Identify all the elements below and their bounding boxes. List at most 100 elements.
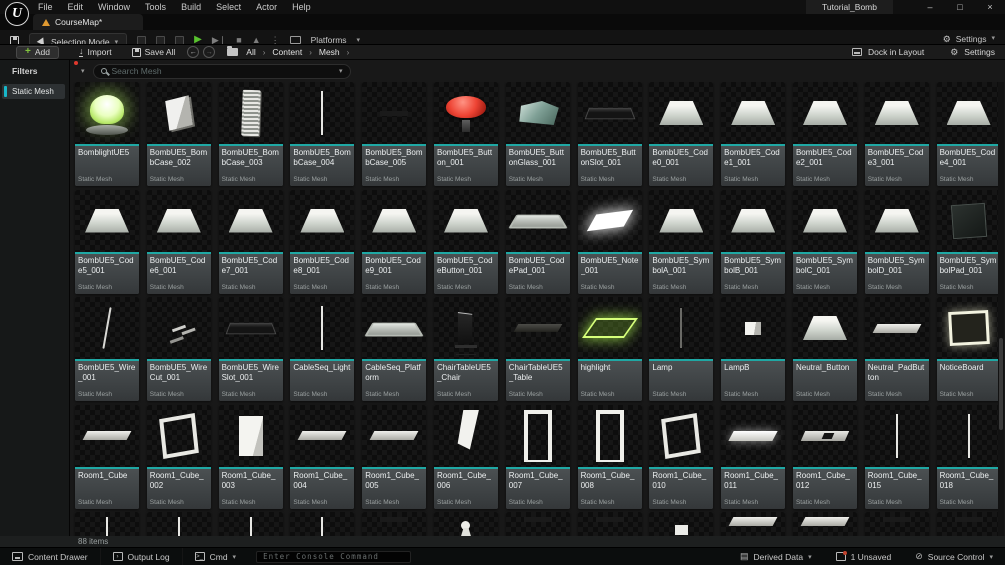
forward-icon[interactable]: → — [203, 46, 215, 58]
asset-tile-Lamp[interactable]: Lamp Static Mesh — [649, 297, 713, 401]
asset-tile-Room1_Cube_005[interactable]: Room1_Cube_005 Static Mesh — [362, 405, 426, 509]
breadcrumb-all[interactable]: All — [246, 47, 255, 57]
asset-tile-BombUE5_Code3_001[interactable]: BombUE5_Code3_001 Static Mesh — [865, 82, 929, 186]
asset-tile[interactable] — [506, 512, 570, 536]
asset-tile-Room1_Cube_007[interactable]: Room1_Cube_007 Static Mesh — [506, 405, 570, 509]
asset-tile-BombUE5_SymbolB_001[interactable]: BombUE5_SymbolB_001 Static Mesh — [721, 190, 785, 294]
menu-window[interactable]: Window — [98, 2, 130, 12]
asset-tile-BombUE5_SymbolPad_001[interactable]: BombUE5_SymbolPad_001 Static Mesh — [937, 190, 1001, 294]
asset-tile-BomblightUE5[interactable]: BomblightUE5 Static Mesh — [75, 82, 139, 186]
close-icon[interactable]: × — [975, 2, 1005, 12]
asset-tile[interactable] — [147, 512, 211, 536]
asset-tile-BombUE5_Wire_001[interactable]: BombUE5_Wire_001 Static Mesh — [75, 297, 139, 401]
asset-tile[interactable] — [362, 512, 426, 536]
toolbar-settings-dropdown[interactable]: Settings — [956, 34, 987, 44]
asset-tile-BombUE5_BombCase_003[interactable]: BombUE5_BombCase_003 Static Mesh — [219, 82, 283, 186]
console-command-input[interactable] — [256, 551, 411, 563]
asset-tile-BombUE5_Code1_001[interactable]: BombUE5_Code1_001 Static Mesh — [721, 82, 785, 186]
derived-data-button[interactable]: ▤ Derived Data ▾ — [728, 548, 824, 565]
asset-tile-Room1_Cube_004[interactable]: Room1_Cube_004 Static Mesh — [290, 405, 354, 509]
back-icon[interactable]: ← — [187, 46, 199, 58]
output-log-button[interactable]: › Output Log — [101, 548, 183, 565]
asset-tile-Room1_Cube_003[interactable]: Room1_Cube_003 Static Mesh — [219, 405, 283, 509]
asset-tile-BombUE5_Code0_001[interactable]: BombUE5_Code0_001 Static Mesh — [649, 82, 713, 186]
asset-tile-BombUE5_Code8_001[interactable]: BombUE5_Code8_001 Static Mesh — [290, 190, 354, 294]
asset-tile-BombUE5_Code6_001[interactable]: BombUE5_Code6_001 Static Mesh — [147, 190, 211, 294]
asset-tile[interactable] — [578, 512, 642, 536]
asset-tile[interactable] — [434, 512, 498, 536]
asset-tile-ChairTableUE5_Table[interactable]: ChairTableUE5_Table Static Mesh — [506, 297, 570, 401]
unreal-logo-icon[interactable]: U — [5, 2, 29, 26]
asset-tile-Room1_Cube_012[interactable]: Room1_Cube_012 Static Mesh — [793, 405, 857, 509]
asset-tile-Room1_Cube_018[interactable]: Room1_Cube_018 Static Mesh — [937, 405, 1001, 509]
asset-tile-BombUE5_CodeButton_001[interactable]: BombUE5_CodeButton_001 Static Mesh — [434, 190, 498, 294]
chevron-down-icon[interactable]: ▾ — [339, 67, 343, 75]
asset-tile-BombUE5_BombCase_002[interactable]: BombUE5_BombCase_002 Static Mesh — [147, 82, 211, 186]
search-box[interactable]: ▾ — [93, 64, 351, 79]
asset-tile-BombUE5_WireCut_001[interactable]: BombUE5_WireCut_001 Static Mesh — [147, 297, 211, 401]
asset-tile-BombUE5_Code9_001[interactable]: BombUE5_Code9_001 Static Mesh — [362, 190, 426, 294]
unsaved-button[interactable]: 1 Unsaved — [824, 548, 904, 565]
asset-tile-BombUE5_SymbolD_001[interactable]: BombUE5_SymbolD_001 Static Mesh — [865, 190, 929, 294]
content-drawer-button[interactable]: Content Drawer — [0, 548, 101, 565]
asset-tile-CableSeq_Platform[interactable]: CableSeq_Platform Static Mesh — [362, 297, 426, 401]
asset-tile-BombUE5_Code7_001[interactable]: BombUE5_Code7_001 Static Mesh — [219, 190, 283, 294]
menu-tools[interactable]: Tools — [145, 2, 166, 12]
asset-tile-Room1_Cube_008[interactable]: Room1_Cube_008 Static Mesh — [578, 405, 642, 509]
menu-edit[interactable]: Edit — [68, 2, 84, 12]
asset-tile-Neutral_PadButton[interactable]: Neutral_PadButton Static Mesh — [865, 297, 929, 401]
asset-tile[interactable] — [649, 512, 713, 536]
asset-tile[interactable] — [290, 512, 354, 536]
asset-tile-highlight[interactable]: highlight Static Mesh — [578, 297, 642, 401]
grid-scrollbar-thumb[interactable] — [999, 338, 1003, 430]
dock-in-layout-button[interactable]: Dock in Layout — [868, 47, 924, 57]
asset-tile-CableSeq_Light[interactable]: CableSeq_Light Static Mesh — [290, 297, 354, 401]
breadcrumb-mesh[interactable]: Mesh — [319, 47, 340, 57]
menu-select[interactable]: Select — [216, 2, 241, 12]
breadcrumb-content[interactable]: Content — [272, 47, 302, 57]
save-all-button[interactable]: Save All — [132, 47, 176, 57]
import-button[interactable]: ↓ Import — [79, 47, 112, 57]
add-button[interactable]: + Add — [16, 46, 59, 59]
asset-tile-Room1_Cube_010[interactable]: Room1_Cube_010 Static Mesh — [649, 405, 713, 509]
minimize-icon[interactable]: – — [915, 2, 945, 12]
cmd-dropdown[interactable]: >_ Cmd ▾ — [183, 548, 248, 565]
asset-tile-BombUE5_Button_001[interactable]: BombUE5_Button_001 Static Mesh — [434, 82, 498, 186]
asset-tile-NoticeBoard[interactable]: NoticeBoard Static Mesh — [937, 297, 1001, 401]
cb-settings-button[interactable]: Settings — [964, 47, 995, 57]
asset-tile-BombUE5_Note_001[interactable]: BombUE5_Note_001 Static Mesh — [578, 190, 642, 294]
search-input[interactable] — [112, 66, 339, 76]
asset-tile-Room1_Cube_006[interactable]: Room1_Cube_006 Static Mesh — [434, 405, 498, 509]
asset-tile[interactable] — [219, 512, 283, 536]
asset-tile-Room1_Cube_015[interactable]: Room1_Cube_015 Static Mesh — [865, 405, 929, 509]
asset-tile-BombUE5_BombCase_005[interactable]: BombUE5_BombCase_005 Static Mesh — [362, 82, 426, 186]
asset-tile-Room1_Cube_002[interactable]: Room1_Cube_002 Static Mesh — [147, 405, 211, 509]
chevron-down-icon[interactable]: ▾ — [81, 67, 85, 75]
maximize-icon[interactable]: □ — [945, 2, 975, 12]
asset-tile-Room1_Cube[interactable]: Room1_Cube Static Mesh — [75, 405, 139, 509]
menu-actor[interactable]: Actor — [256, 2, 277, 12]
menu-file[interactable]: File — [38, 2, 53, 12]
asset-tile-BombUE5_Code4_001[interactable]: BombUE5_Code4_001 Static Mesh — [937, 82, 1001, 186]
asset-tile-BombUE5_Code2_001[interactable]: BombUE5_Code2_001 Static Mesh — [793, 82, 857, 186]
tab-coursemap[interactable]: CourseMap* — [33, 14, 143, 30]
asset-tile-BombUE5_WireSlot_001[interactable]: BombUE5_WireSlot_001 Static Mesh — [219, 297, 283, 401]
asset-tile-BombUE5_ButtonGlass_001[interactable]: BombUE5_ButtonGlass_001 Static Mesh — [506, 82, 570, 186]
asset-tile-BombUE5_ButtonSlot_001[interactable]: BombUE5_ButtonSlot_001 Static Mesh — [578, 82, 642, 186]
asset-tile[interactable] — [793, 512, 857, 536]
grid-scrollbar[interactable] — [998, 82, 1004, 536]
asset-tile[interactable] — [75, 512, 139, 536]
menu-build[interactable]: Build — [181, 2, 201, 12]
source-control-button[interactable]: ⊘ Source Control ▾ — [903, 548, 1005, 565]
asset-tile-Neutral_Button[interactable]: Neutral_Button Static Mesh — [793, 297, 857, 401]
filter-chip-static-mesh[interactable]: Static Mesh — [2, 84, 65, 99]
asset-tile-Room1_Cube_011[interactable]: Room1_Cube_011 Static Mesh — [721, 405, 785, 509]
asset-tile-LampB[interactable]: LampB Static Mesh — [721, 297, 785, 401]
asset-tile-BombUE5_CodePad_001[interactable]: BombUE5_CodePad_001 Static Mesh — [506, 190, 570, 294]
filter-funnel-button[interactable] — [70, 62, 77, 80]
asset-tile[interactable] — [721, 512, 785, 536]
asset-tile[interactable] — [937, 512, 1001, 536]
asset-tile-ChairTableUE5_Chair[interactable]: ChairTableUE5_Chair Static Mesh — [434, 297, 498, 401]
asset-tile-BombUE5_SymbolA_001[interactable]: BombUE5_SymbolA_001 Static Mesh — [649, 190, 713, 294]
menu-help[interactable]: Help — [292, 2, 311, 12]
